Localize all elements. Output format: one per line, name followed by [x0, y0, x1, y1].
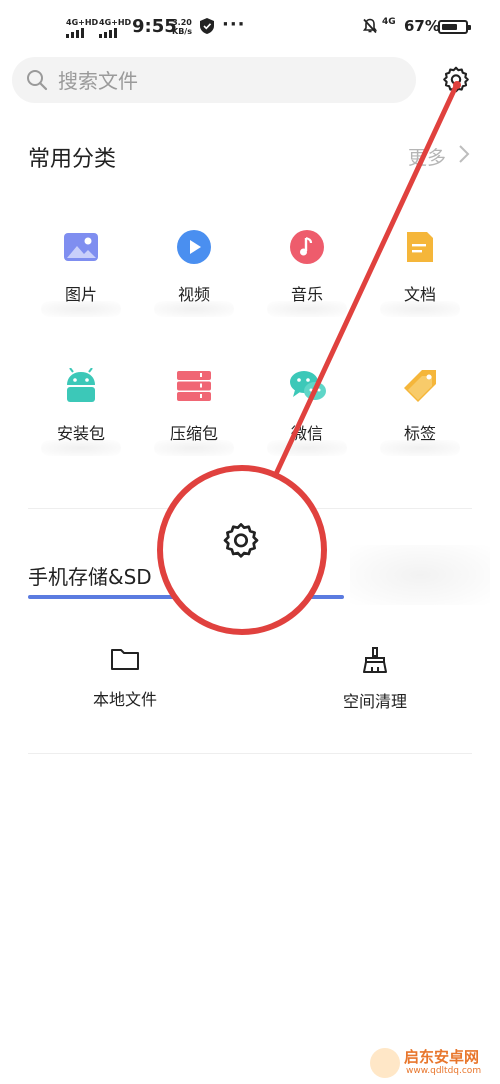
- watermark: 启东安卓网 www.qdltdq.com: [370, 1046, 500, 1082]
- watermark-name: 启东安卓网: [404, 1048, 480, 1066]
- zoomed-gear-icon: [223, 523, 259, 558]
- watermark-logo-icon: [370, 1048, 400, 1078]
- watermark-url: www.qdltdq.com: [406, 1066, 482, 1076]
